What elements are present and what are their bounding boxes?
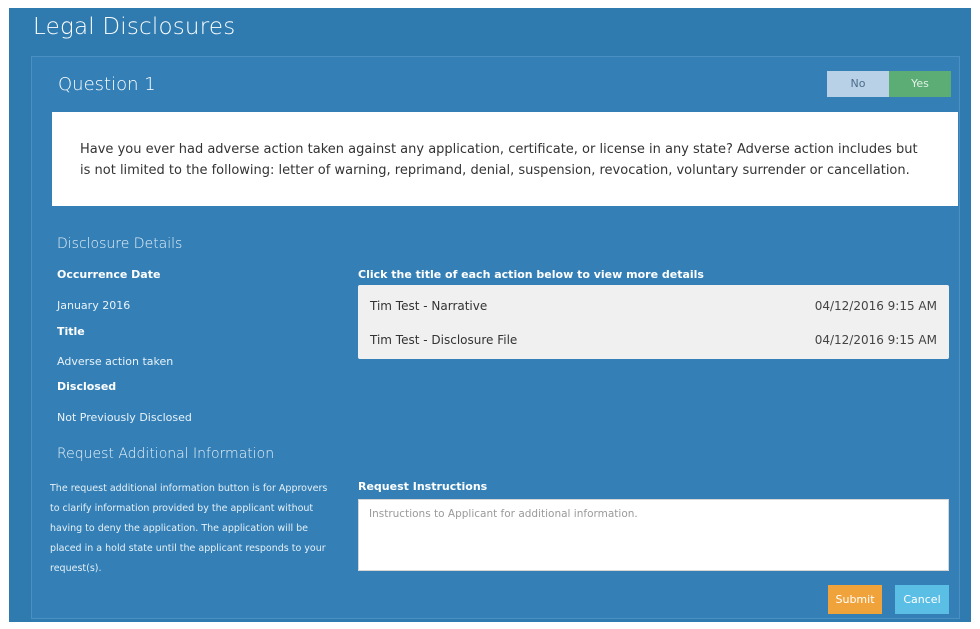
- submit-button[interactable]: Submit: [828, 585, 882, 614]
- occurrence-date-value: January 2016: [57, 299, 131, 312]
- cancel-button[interactable]: Cancel: [895, 585, 949, 614]
- question-text: Have you ever had adverse action taken a…: [80, 142, 918, 178]
- disclosed-value: Not Previously Disclosed: [57, 411, 192, 424]
- question-text-box: Have you ever had adverse action taken a…: [52, 112, 958, 206]
- actions-heading: Click the title of each action below to …: [358, 268, 704, 281]
- question-card: Question 1 No Yes Have you ever had adve…: [31, 56, 960, 619]
- action-date: 04/12/2016 9:15 AM: [814, 299, 937, 313]
- action-item-disclosure-file[interactable]: Tim Test - Disclosure File 04/12/2016 9:…: [358, 325, 949, 355]
- occurrence-date-label: Occurrence Date: [57, 268, 161, 281]
- legal-disclosures-panel: Legal Disclosures Question 1 No Yes Have…: [9, 8, 971, 622]
- page-title: Legal Disclosures: [33, 14, 236, 40]
- request-help-text: The request additional information butto…: [50, 483, 328, 574]
- title-label: Title: [57, 325, 85, 338]
- question-title: Question 1: [58, 74, 156, 95]
- title-value: Adverse action taken: [57, 355, 174, 368]
- action-date: 04/12/2016 9:15 AM: [814, 333, 937, 347]
- action-title[interactable]: Tim Test - Narrative: [370, 299, 487, 313]
- request-instructions-input[interactable]: [358, 499, 949, 571]
- action-title[interactable]: Tim Test - Disclosure File: [370, 333, 517, 347]
- request-instructions-label: Request Instructions: [358, 480, 488, 493]
- disclosed-label: Disclosed: [57, 380, 117, 393]
- disclosure-details-heading: Disclosure Details: [57, 236, 183, 252]
- toggle-no-button[interactable]: No: [827, 71, 889, 97]
- yes-no-toggle: No Yes: [827, 71, 951, 97]
- action-item-narrative[interactable]: Tim Test - Narrative 04/12/2016 9:15 AM: [358, 291, 949, 321]
- toggle-yes-button[interactable]: Yes: [889, 71, 951, 97]
- request-additional-info-heading: Request Additional Information: [57, 446, 275, 462]
- actions-list: Tim Test - Narrative 04/12/2016 9:15 AM …: [358, 285, 949, 359]
